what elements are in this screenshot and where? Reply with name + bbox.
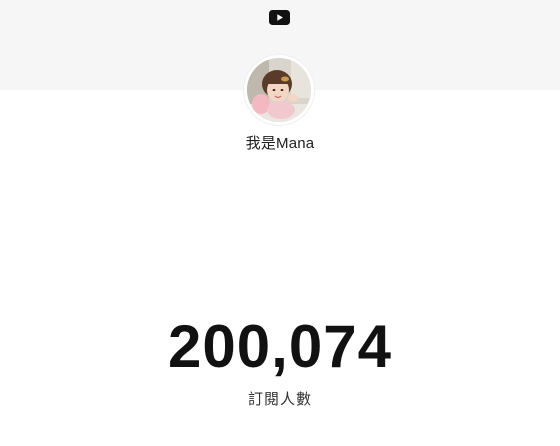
subscriber-count: 200,074 xyxy=(168,313,392,380)
channel-name[interactable]: 我是Mana xyxy=(0,132,560,153)
avatar-photo xyxy=(247,58,311,122)
subscriber-count-label: 訂閱人數 xyxy=(247,391,312,408)
channel-avatar[interactable] xyxy=(244,55,314,125)
subscriber-counter-page: 我是Mana 200,074 訂閱人數 xyxy=(0,0,560,446)
youtube-play-icon xyxy=(269,10,290,25)
